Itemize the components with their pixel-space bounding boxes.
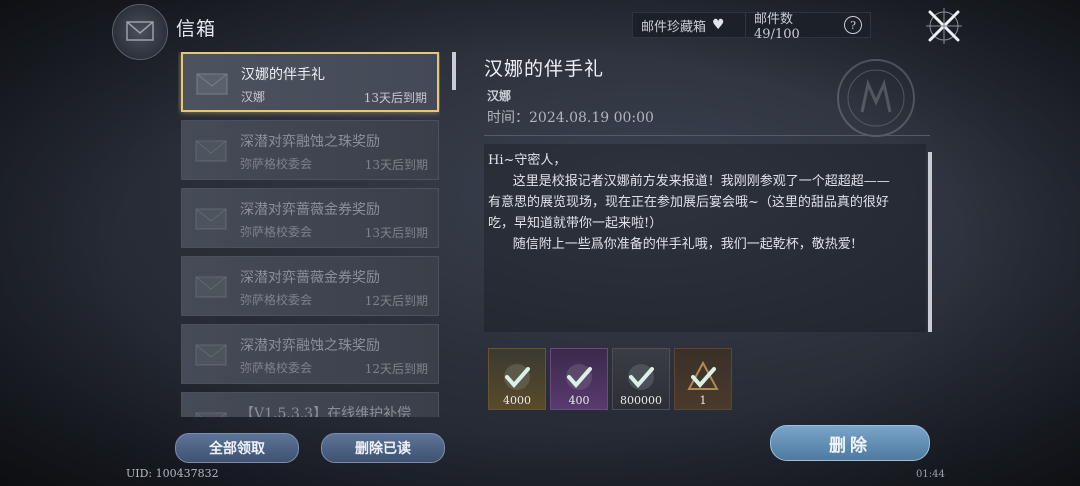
mail-list[interactable]: 汉娜的伴手礼 汉娜 13天后到期 深潜对弈融蚀之珠奖励 弥萨格校委会 13天后到… <box>178 52 440 417</box>
mail-sender: 弥萨格校委会 <box>240 293 313 307</box>
reward-amount: 400 <box>568 394 590 407</box>
mail-detail-time: 时间：2024.08.19 00:00 <box>487 110 654 126</box>
envelope-icon <box>195 208 227 230</box>
reward-amount: 1 <box>699 394 707 407</box>
reward-item[interactable]: 4000 <box>488 348 546 410</box>
page-title: 信箱 <box>176 18 217 40</box>
claimed-check-icon <box>687 361 719 390</box>
mail-count-badge[interactable]: 邮件数49/100 ? <box>745 12 871 42</box>
claimed-check-icon <box>628 364 654 390</box>
mail-list-item[interactable]: 汉娜的伴手礼 汉娜 13天后到期 <box>181 52 439 112</box>
claimed-check-icon <box>566 364 592 390</box>
mail-title: 深潜对弈融蚀之珠奖励 <box>240 134 380 150</box>
mail-body-text: Hi~守密人， 这里是校报记者汉娜前方发来报道！我刚刚参观了一个超超超——有意思… <box>488 153 890 252</box>
heart-icon: ♥ <box>712 17 725 33</box>
mail-sender: 汉娜 <box>241 90 266 104</box>
mail-body-scrollbar[interactable] <box>928 152 932 332</box>
mail-title: 深潜对弈融蚀之珠奖励 <box>240 338 380 354</box>
reward-item[interactable]: 800000 <box>612 348 670 410</box>
claim-all-button[interactable]: 全部领取 <box>175 433 299 463</box>
delete-read-button[interactable]: 删除已读 <box>321 433 445 463</box>
mail-detail-title: 汉娜的伴手礼 <box>484 58 605 80</box>
mail-title: 深潜对弈蔷薇金券奖励 <box>240 270 380 286</box>
envelope-icon <box>195 276 227 298</box>
mail-expiry: 12天后到期 <box>364 362 428 376</box>
mail-title: 汉娜的伴手礼 <box>241 67 325 83</box>
divider <box>484 135 930 136</box>
reward-amount: 4000 <box>503 394 531 407</box>
mail-list-item[interactable]: 深潜对弈蔷薇金券奖励 弥萨格校委会 13天后到期 <box>181 188 439 248</box>
envelope-icon <box>195 344 227 366</box>
reward-item[interactable]: 1 <box>674 348 732 410</box>
claimed-check-icon <box>504 364 530 390</box>
mail-list-item[interactable]: 【V1.5.3.3】在线维护补偿 <box>181 392 439 417</box>
mail-title: 【V1.5.3.3】在线维护补偿 <box>240 406 412 417</box>
delete-button[interactable]: 删除 <box>770 425 930 461</box>
favorites-box-button[interactable]: 邮件珍藏箱 ♥ <box>632 12 746 38</box>
mailbox-emblem-icon <box>112 4 168 60</box>
mail-expiry: 12天后到期 <box>364 294 428 308</box>
favorites-label: 邮件珍藏箱 <box>641 19 707 35</box>
clock-label: 01:44 <box>916 469 945 480</box>
academy-crest-icon <box>837 59 915 137</box>
user-id-label: UID: 100437832 <box>126 467 219 480</box>
mail-count-label: 邮件数49/100 <box>754 12 800 42</box>
envelope-icon <box>195 140 227 162</box>
mail-sender: 弥萨格校委会 <box>240 225 313 239</box>
mail-sender: 弥萨格校委会 <box>240 361 313 375</box>
mail-expiry: 13天后到期 <box>363 91 427 105</box>
mail-list-item[interactable]: 深潜对弈融蚀之珠奖励 弥萨格校委会 12天后到期 <box>181 324 439 384</box>
mail-list-item[interactable]: 深潜对弈蔷薇金券奖励 弥萨格校委会 12天后到期 <box>181 256 439 316</box>
mail-title: 深潜对弈蔷薇金券奖励 <box>240 202 380 218</box>
mail-sender: 弥萨格校委会 <box>240 157 313 171</box>
mail-expiry: 13天后到期 <box>364 158 428 172</box>
reward-item[interactable]: 400 <box>550 348 608 410</box>
envelope-icon <box>195 412 227 417</box>
envelope-icon <box>196 73 228 95</box>
close-x-icon <box>926 8 962 44</box>
mail-expiry: 13天后到期 <box>364 226 428 240</box>
help-icon[interactable]: ? <box>844 16 862 34</box>
close-button[interactable] <box>922 4 966 48</box>
mail-detail-sender: 汉娜 <box>487 89 512 103</box>
mail-list-scrollbar[interactable] <box>452 52 456 90</box>
mail-list-item[interactable]: 深潜对弈融蚀之珠奖励 弥萨格校委会 13天后到期 <box>181 120 439 180</box>
reward-amount: 800000 <box>620 394 662 407</box>
